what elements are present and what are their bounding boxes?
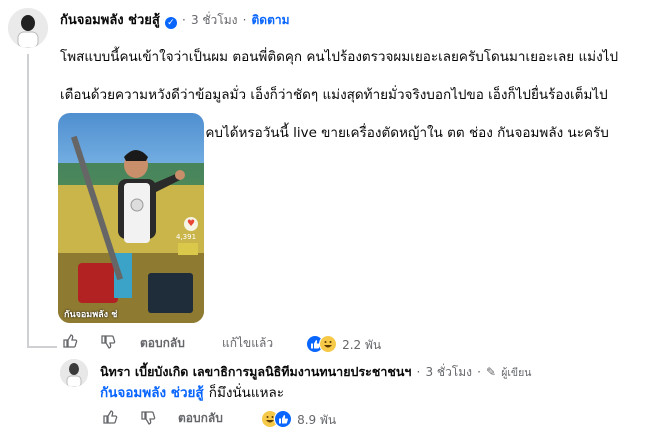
post-author-avatar[interactable]	[8, 8, 48, 48]
post-header: กันจอมพลัง ช่วยสู้ ✓ · 3 ชั่วโมง · ติดตา…	[60, 9, 290, 30]
post-reply-button[interactable]: ตอบกลับ	[140, 334, 185, 353]
reply-time[interactable]: 3 ชั่วโมง	[425, 365, 472, 379]
reply-mention[interactable]: กันจอมพลัง ช่วยสู้	[100, 385, 204, 401]
post-author-name[interactable]: กันจอมพลัง ช่วยสู้	[60, 13, 160, 28]
post-time[interactable]: 3 ชั่วโมง	[191, 13, 238, 27]
video-watermark: กันจอมพลัง ช่	[64, 310, 118, 320]
video-like-icon[interactable]: ♥	[184, 217, 198, 231]
pencil-icon: ✎	[486, 365, 497, 379]
like-reaction-icon	[274, 410, 292, 428]
separator: ·	[477, 365, 481, 379]
haha-reaction-icon	[319, 335, 337, 353]
post-text-line: เตือนด้วยความหวังดีว่าข้อมูลมั่ว เอ็งก็ว…	[60, 87, 608, 103]
post-text-line: โพสแบบนี้คนเข้าใจว่าเป็นผม ตอนพี่ติดคุก …	[60, 49, 619, 65]
separator: ·	[242, 13, 247, 27]
post-edited-label[interactable]: แก้ไขแล้ว	[222, 334, 273, 353]
reply-text: กันจอมพลัง ช่วยสู้ ก็มึงนั่นแหละ	[100, 381, 284, 403]
like-button-icon[interactable]	[62, 333, 78, 353]
video-scene-image	[58, 135, 204, 323]
thread-connector	[27, 54, 29, 346]
reply-author-name[interactable]: นิทรา เบี้ยบังเกิด เลขาธิการมูลนิธิทีมงา…	[100, 364, 411, 379]
reply-reactions[interactable]: 8.9 พัน	[262, 407, 336, 430]
reply-dislike-button-icon[interactable]	[140, 410, 156, 430]
dislike-button-icon[interactable]	[100, 334, 116, 354]
video-thumbnail[interactable]: ♥ 4,391 กันจอมพลัง ช่	[58, 113, 204, 323]
thread-connector-curve	[27, 346, 57, 348]
separator: ·	[182, 13, 186, 27]
separator: ·	[416, 365, 421, 379]
reply-reactions-count: 8.9 พัน	[297, 413, 337, 427]
follow-button[interactable]: ติดตาม	[252, 13, 290, 27]
reply-author-avatar[interactable]	[60, 359, 88, 387]
reply-reply-button[interactable]: ตอบกลับ	[178, 409, 223, 428]
verified-badge-icon: ✓	[164, 17, 177, 29]
reply-like-button-icon[interactable]	[102, 409, 118, 429]
reply-body: ก็มึงนั่นแหละ	[208, 385, 285, 401]
post-reactions[interactable]: 2.2 พัน	[307, 332, 381, 355]
post-reactions-count: 2.2 พัน	[342, 338, 382, 352]
reply-header: นิทรา เบี้ยบังเกิด เลขาธิการมูลนิธิทีมงา…	[100, 361, 531, 382]
video-count: 4,391	[176, 233, 197, 241]
author-badge: ผู้เขียน	[501, 367, 532, 379]
